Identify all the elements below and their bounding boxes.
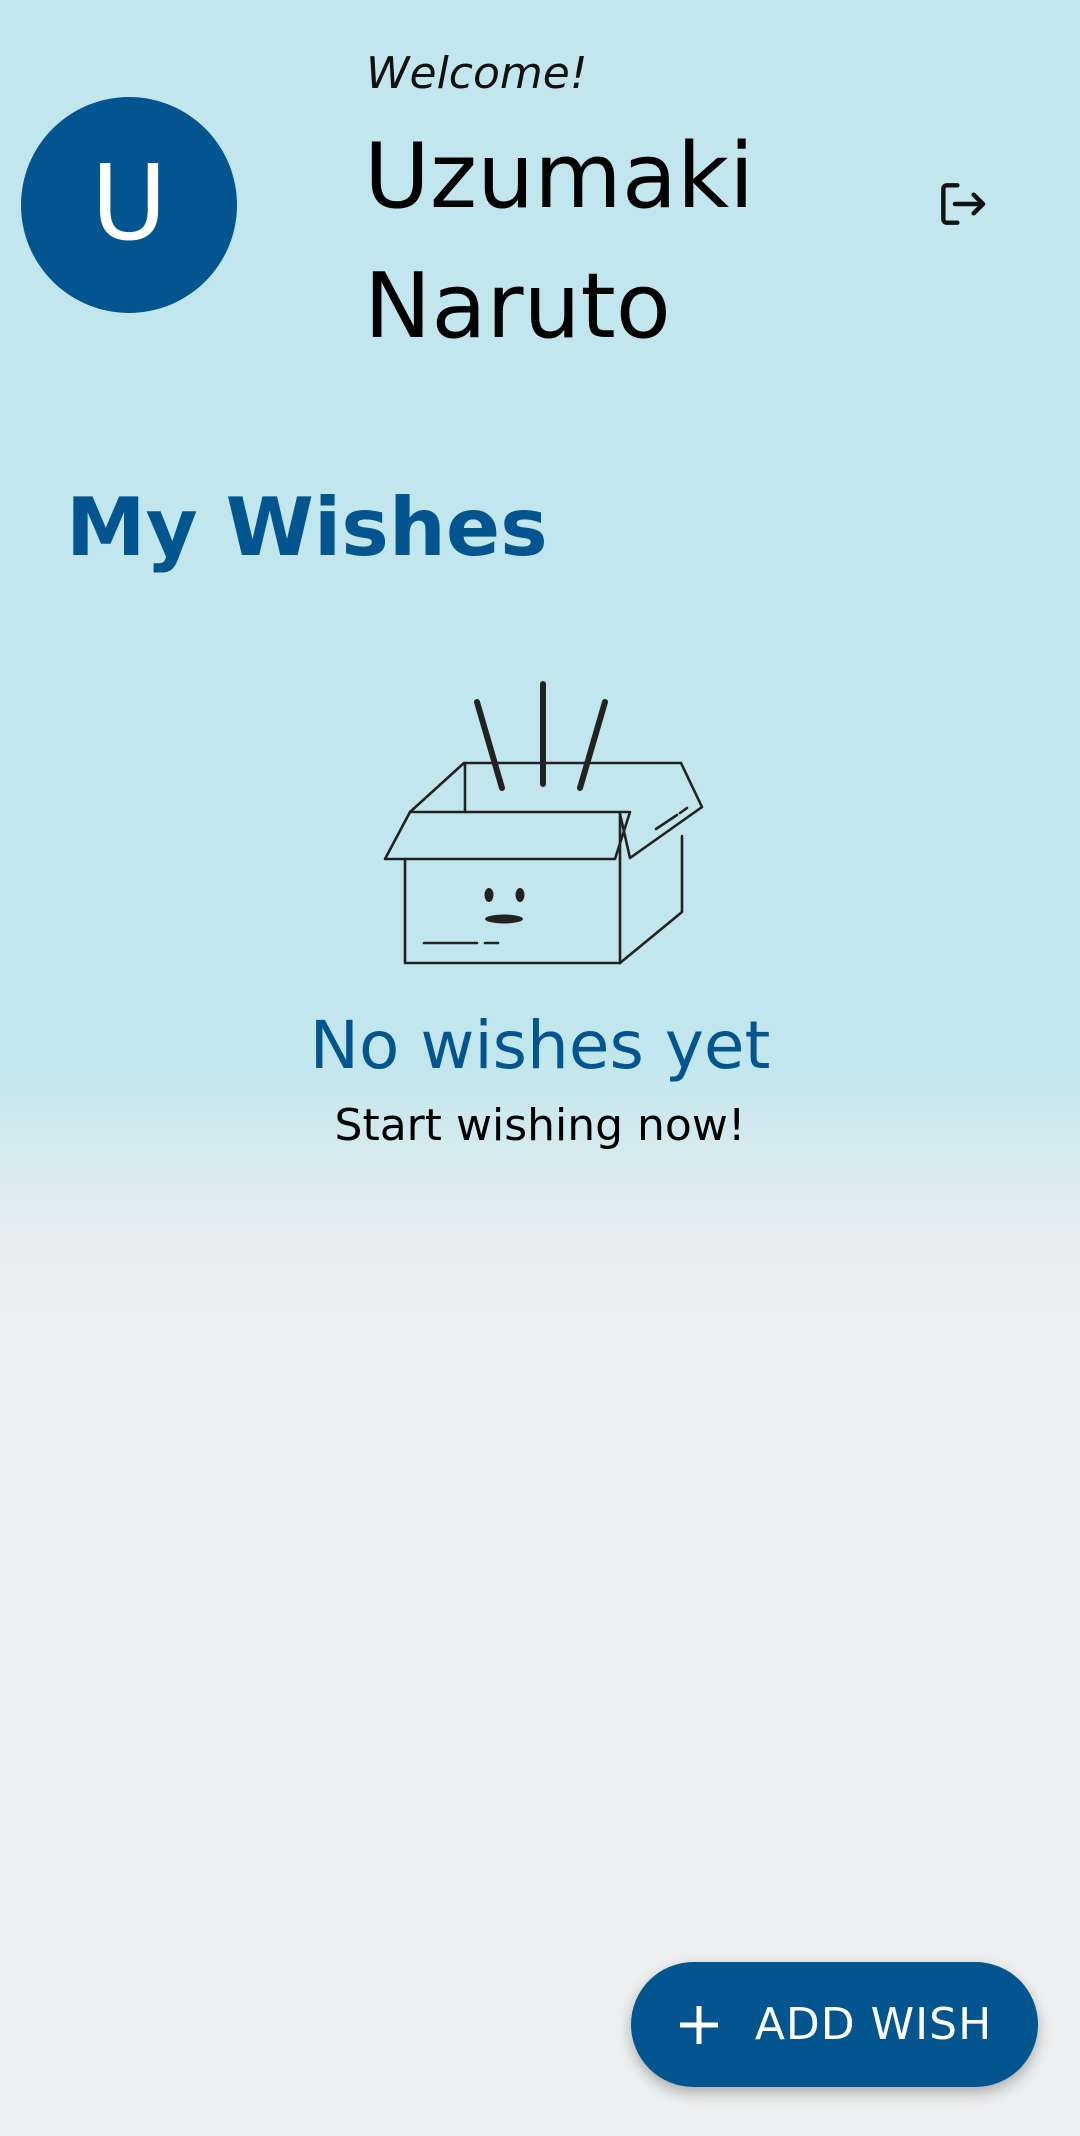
add-wish-label: ADD WISH — [754, 1998, 993, 2050]
welcome-text: Welcome! — [366, 48, 588, 99]
profile-header: U Welcome! Uzumaki Naruto — [0, 0, 1080, 380]
empty-state-title: No wishes yet — [309, 1007, 771, 1084]
empty-state-subtitle: Start wishing now! — [334, 1100, 746, 1151]
plus-icon — [677, 2003, 721, 2047]
empty-box-illustration — [380, 676, 710, 972]
logout-button[interactable] — [930, 172, 994, 236]
avatar-initial: U — [90, 142, 168, 264]
section-title-my-wishes: My Wishes — [66, 481, 548, 574]
avatar: U — [21, 97, 237, 313]
add-wish-button[interactable]: ADD WISH — [631, 1962, 1038, 2087]
user-name: Uzumaki Naruto — [364, 124, 755, 359]
logout-icon — [941, 183, 986, 225]
